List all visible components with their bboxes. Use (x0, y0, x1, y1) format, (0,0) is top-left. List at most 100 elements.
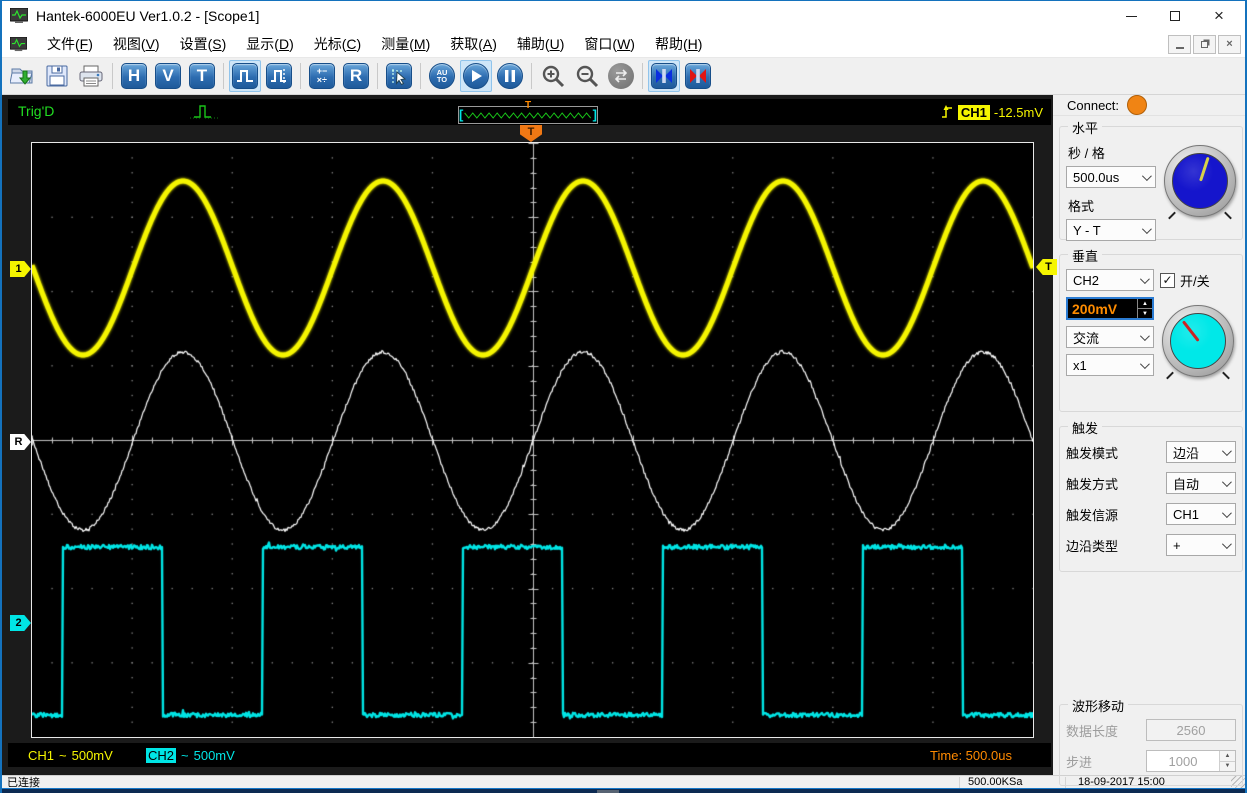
ch1-coupling-icon: ~ (59, 747, 67, 763)
menu-h[interactable]: 帮助(H) (645, 31, 712, 57)
window-title: Hantek-6000EU Ver1.0.2 - [Scope1] (36, 8, 260, 24)
volts-div-spinner[interactable]: 200mV ▲ ▼ (1066, 297, 1154, 320)
open-button[interactable] (7, 60, 39, 92)
sec-div-label: 秒 / 格 (1068, 146, 1105, 161)
menu-w[interactable]: 窗口(W) (574, 31, 645, 57)
format-select[interactable]: Y - T (1066, 219, 1156, 241)
menu-m[interactable]: 测量(M) (371, 31, 440, 57)
menu-v[interactable]: 视图(V) (103, 31, 170, 57)
save-button[interactable] (41, 60, 73, 92)
scope-display-frame (31, 142, 1034, 738)
edge-type-select[interactable]: + (1166, 534, 1236, 556)
probe-select[interactable]: x1 (1066, 354, 1154, 376)
trigger-source-label: 触发信源 (1066, 507, 1119, 523)
ch2-scale-label[interactable]: CH2 ~500mV (140, 745, 241, 765)
ch2-position-marker[interactable]: 2 (10, 615, 31, 631)
cursor-measure-button[interactable] (383, 60, 415, 92)
trigger-button[interactable]: T (186, 60, 218, 92)
menu-f[interactable]: 文件(F) (37, 31, 103, 57)
spin-up-icon[interactable]: ▲ (1220, 751, 1235, 762)
horizontal-button[interactable]: H (118, 60, 150, 92)
trigger-sweep-select[interactable]: 自动 (1166, 472, 1236, 494)
math-button[interactable]: +− ×÷ (306, 60, 338, 92)
ch1-position-marker[interactable]: 1 (10, 261, 31, 277)
toolbar-separator (531, 63, 532, 89)
format-label: 格式 (1068, 199, 1095, 214)
acquisition-preview[interactable]: T [ ] (458, 100, 598, 124)
maximize-button[interactable] (1153, 2, 1197, 30)
waveform-display[interactable] (32, 143, 1033, 737)
toolbar-separator (377, 63, 378, 89)
sec-div-select[interactable]: 500.0us (1066, 166, 1156, 188)
menu-d[interactable]: 显示(D) (236, 31, 303, 57)
swap-button[interactable] (605, 60, 637, 92)
zoom-in-button[interactable] (537, 60, 569, 92)
trigger-sweep-value: 自动 (1173, 476, 1200, 492)
menu-c[interactable]: 光标(C) (304, 31, 371, 57)
vertical-group-title: 垂直 (1068, 246, 1103, 265)
preview-trigger-marker[interactable]: T (525, 100, 531, 111)
toolbar: H V T +− ×÷ R AU TO (2, 58, 1245, 95)
chevron-down-icon (1221, 507, 1232, 518)
trigger-source-select[interactable]: CH1 (1166, 503, 1236, 525)
ch1-name: CH1 (28, 747, 55, 763)
run-button[interactable] (460, 60, 492, 92)
channel-onoff[interactable]: ✓ 开/关 (1160, 271, 1210, 290)
collect-red-button[interactable] (682, 60, 714, 92)
zoom-out-button[interactable] (571, 60, 603, 92)
menu-s[interactable]: 设置(S) (170, 31, 237, 57)
volts-div-value: 200mV (1072, 300, 1118, 317)
vertical-button[interactable]: V (152, 60, 184, 92)
print-icon (79, 65, 103, 87)
zoom-out-icon (576, 65, 599, 88)
ref-position-marker[interactable]: R (10, 434, 31, 450)
app-window: Hantek-6000EU Ver1.0.2 - [Scope1] × 文件(F… (0, 0, 1247, 793)
data-length-field: 2560 (1146, 719, 1236, 741)
spin-up-icon[interactable]: ▲ (1138, 299, 1152, 309)
print-button[interactable] (75, 60, 107, 92)
close-button[interactable]: × (1197, 2, 1241, 30)
vertical-knob[interactable] (1162, 305, 1234, 380)
spin-down-icon[interactable]: ▼ (1138, 309, 1152, 318)
vertical-group: 垂直 CH2 ✓ 开/关 200mV ▲ ▼ 交流 x1 (1059, 246, 1243, 412)
letter-icon: R (343, 63, 369, 89)
title-bar: Hantek-6000EU Ver1.0.2 - [Scope1] × (2, 1, 1245, 31)
menu-u[interactable]: 辅助(U) (507, 31, 574, 57)
reference-button[interactable]: R (340, 60, 372, 92)
math-icon: +− ×÷ (309, 63, 335, 89)
timebase-label: Time: 500.0us (901, 745, 1041, 765)
rising-edge-icon (941, 105, 952, 118)
chevron-down-icon (1141, 223, 1152, 234)
letter-icon: T (189, 63, 215, 89)
menu-a[interactable]: 获取(A) (440, 31, 507, 57)
ch1-scale-label[interactable]: CH1 ~500mV (22, 745, 119, 765)
mdi-restore-button[interactable] (1193, 34, 1216, 54)
pause-button[interactable] (494, 60, 526, 92)
onoff-label: 开/关 (1180, 273, 1210, 289)
spin-down-icon[interactable]: ▼ (1220, 762, 1235, 772)
trigger-mode-select[interactable]: 边沿 (1166, 441, 1236, 463)
trigger-source-value: CH1 (1173, 506, 1200, 522)
mdi-minimize-button[interactable] (1168, 34, 1191, 54)
trigger-position-marker[interactable]: T (520, 125, 542, 142)
onoff-checkbox[interactable]: ✓ (1160, 272, 1175, 288)
horizontal-knob[interactable] (1164, 145, 1236, 220)
connect-status-indicator[interactable] (1127, 95, 1148, 115)
ch2-name: CH2 (146, 747, 177, 763)
autoset-button[interactable]: AU TO (426, 60, 458, 92)
step-spinner[interactable]: 1000 ▲ ▼ (1146, 750, 1236, 772)
coupling-select[interactable]: 交流 (1066, 326, 1154, 348)
ch2-coupling-icon: ~ (181, 747, 189, 763)
channel-select[interactable]: CH2 (1066, 269, 1154, 291)
pulse-normal-button[interactable] (229, 60, 261, 92)
mdi-close-button[interactable]: × (1218, 34, 1241, 54)
chevron-down-icon (1221, 476, 1232, 487)
bowtie-blue-icon (651, 63, 677, 89)
minimize-button[interactable] (1109, 2, 1153, 30)
coupling-value: 交流 (1073, 330, 1100, 346)
collect-blue-button[interactable] (648, 60, 680, 92)
preview-right-bracket[interactable]: ] (593, 108, 597, 121)
window-bottom-edge (2, 788, 1245, 793)
trigger-group: 触发 触发模式 边沿 触发方式 自动 触发信源 CH1 边沿类型 + (1059, 418, 1243, 572)
pulse-measure-button[interactable] (263, 60, 295, 92)
